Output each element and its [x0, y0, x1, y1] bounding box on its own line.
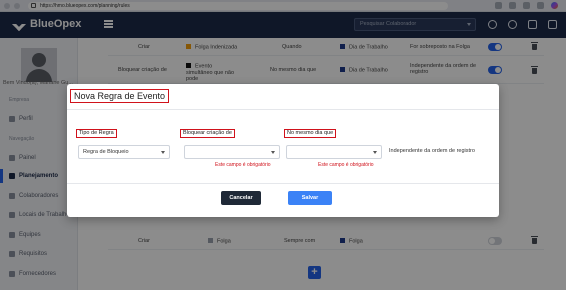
chevron-down-icon [161, 151, 165, 154]
chevron-down-icon [373, 151, 377, 154]
same-day-error: Este campo é obrigatório [318, 162, 374, 168]
save-button[interactable]: Salvar [288, 191, 332, 205]
block-creation-select[interactable] [184, 145, 280, 159]
block-creation-label: Bloquear criação de [180, 129, 235, 138]
new-event-rule-modal: Nova Regra de Evento Tipo de Regra Regra… [67, 84, 499, 217]
modal-title: Nova Regra de Evento [70, 89, 170, 103]
rule-type-value: Regra de Bloqueio [83, 149, 129, 155]
cancel-button[interactable]: Cancelar [221, 191, 261, 205]
independent-order-text: Independente da ordem de registro [389, 148, 475, 154]
chevron-down-icon [271, 151, 275, 154]
divider [67, 183, 499, 184]
block-creation-error: Este campo é obrigatório [215, 162, 271, 168]
divider [67, 109, 499, 110]
rule-type-label: Tipo de Regra [76, 129, 117, 138]
same-day-label: No mesmo dia que [284, 129, 337, 138]
rule-type-select[interactable]: Regra de Bloqueio [78, 145, 170, 159]
same-day-select[interactable] [286, 145, 382, 159]
